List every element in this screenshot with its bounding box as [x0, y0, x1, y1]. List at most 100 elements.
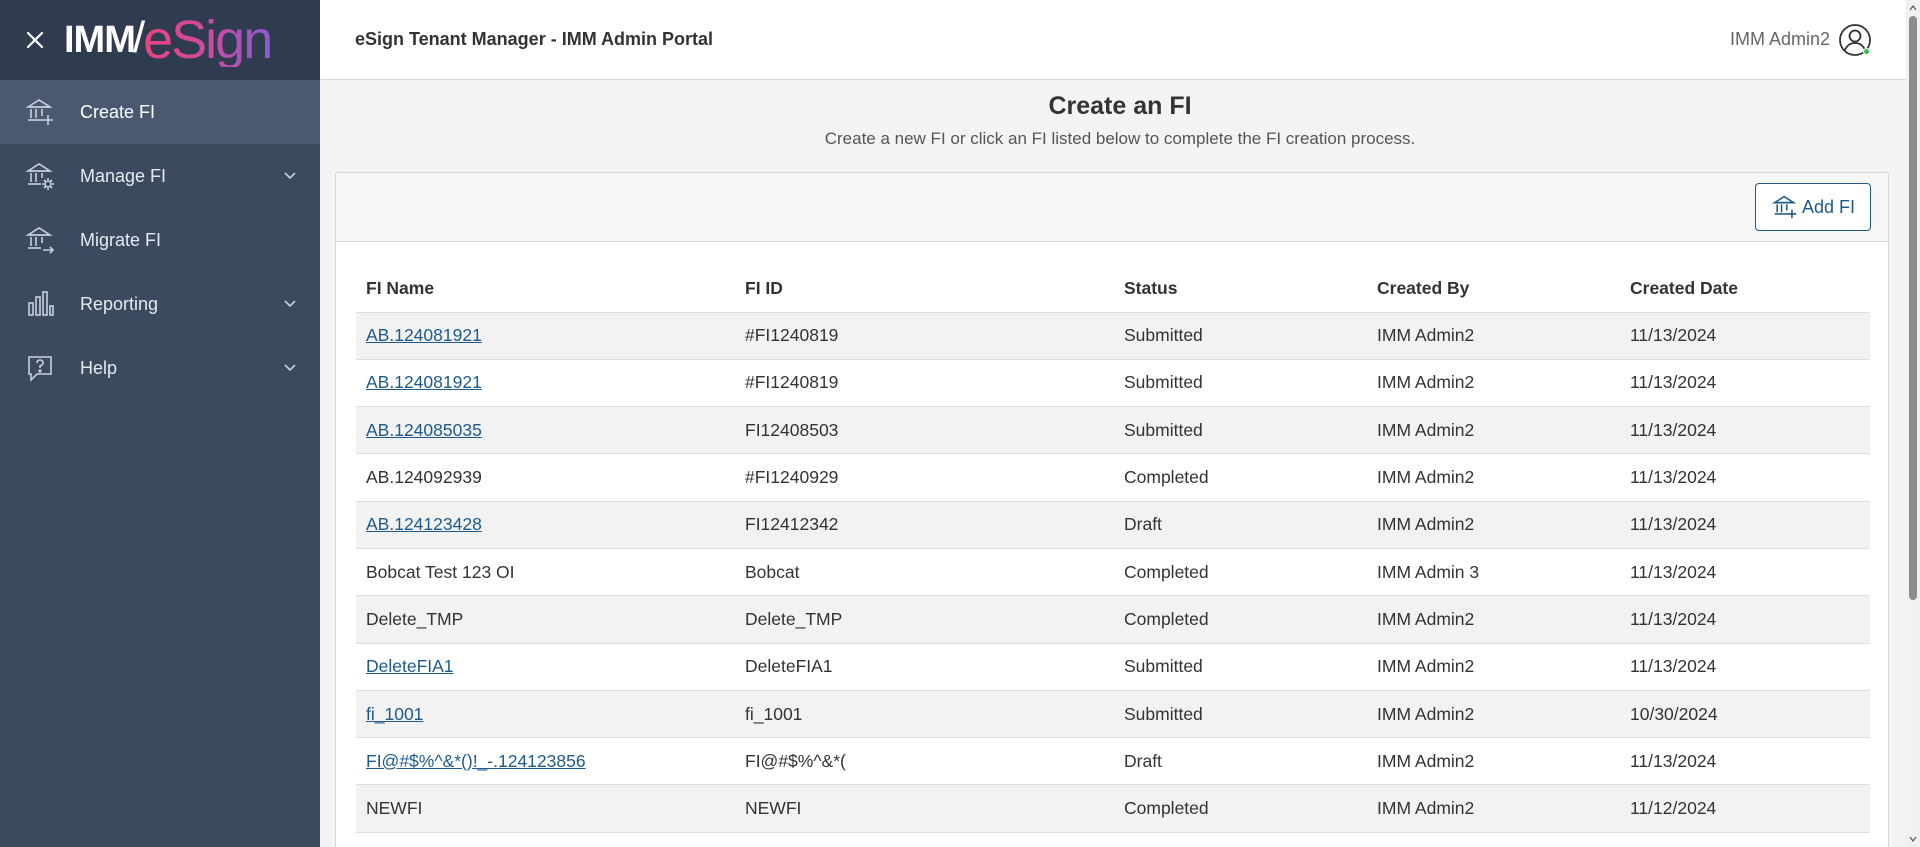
add-fi-button[interactable]: Add FI — [1754, 183, 1871, 231]
sidebar-item-manage-fi[interactable]: Manage FI — [0, 144, 320, 208]
page-subtitle: Create a new FI or click an FI listed be… — [824, 129, 1416, 148]
cell-created-by: IMM Admin2 — [1367, 406, 1620, 455]
sidebar-item-create-fi[interactable]: Create FI — [0, 80, 320, 144]
sidebar-item-help[interactable]: Help — [0, 336, 320, 400]
cell-fi-id: #FI1240819 — [735, 359, 1114, 408]
table-row[interactable]: fi_1001 fi_1001 Submitted IMM Admin2 10/30/2… — [356, 690, 1870, 739]
page-header: Create an FI Create a new FI or click an… — [320, 80, 1920, 172]
chevron-down-icon[interactable] — [282, 296, 298, 312]
user-menu[interactable]: IMM Admin2 — [1730, 23, 1872, 57]
cell-fi-name: AB.124123428 — [356, 501, 735, 549]
cell-created-date: 11/11/2024 — [1620, 832, 1870, 847]
column-header-fi-name[interactable]: FI Name — [356, 266, 735, 313]
sidebar-item-label: Reporting — [80, 293, 159, 314]
table-header-row: FI Name FI ID Status Created By Created … — [356, 266, 1870, 313]
sidebar-item-label: Migrate FI — [80, 229, 162, 250]
table-row[interactable]: DeleteFIA1 DeleteFIA1 Submitted IMM Admin2 1… — [356, 643, 1870, 691]
fi-name-link[interactable]: AB.124085035 — [366, 420, 482, 440]
logo-esign-text: eSign — [143, 10, 273, 70]
cell-created-date: 11/13/2024 — [1620, 359, 1870, 408]
table-row: AB.124092939 #FI1240929 Completed IMM Admin… — [356, 453, 1870, 502]
online-status-dot — [1863, 47, 1870, 55]
cell-created-by: IMM Admin2 — [1367, 737, 1620, 786]
bank-add-icon — [1771, 195, 1797, 219]
cell-fi-name: DeleteFIA1 — [356, 643, 735, 691]
user-name[interactable]: IMM Admin2 — [1730, 29, 1830, 50]
fi-name-link[interactable]: AB.124081921 — [366, 325, 482, 345]
column-header-fi-id[interactable]: FI ID — [735, 266, 1114, 313]
cell-fi-name: NEWFI — [356, 784, 735, 833]
chevron-down-icon[interactable] — [282, 168, 298, 184]
cell-created-by: IMM Admin2 — [1367, 690, 1620, 739]
cell-status: Completed — [1114, 548, 1367, 597]
user-avatar-icon[interactable] — [1838, 23, 1872, 57]
cell-fi-name: AB.124081921 — [356, 359, 735, 408]
topbar: eSign Tenant Manager - IMM Admin Portal … — [320, 0, 1920, 80]
cell-created-date: 11/13/2024 — [1620, 501, 1870, 549]
cell-created-by: IMM Admin2 — [1367, 359, 1620, 408]
sidebar-item-reporting[interactable]: Reporting — [0, 272, 320, 336]
add-fi-label: Add FI — [1801, 196, 1855, 217]
table-row[interactable]: AB.124085035 FI12408503 Submitted IMM Admin… — [356, 406, 1870, 455]
cell-created-date: 11/13/2024 — [1620, 453, 1870, 502]
fi-name-link[interactable]: AB.124081921 — [366, 372, 482, 392]
cell-status: Completed — [1114, 832, 1367, 847]
cell-fi-name: AB.124092939 — [356, 453, 735, 502]
column-header-status[interactable]: Status — [1114, 266, 1367, 313]
card-toolbar: Add FI — [336, 173, 1888, 242]
cell-created-date: 11/13/2024 — [1620, 406, 1870, 455]
cell-created-by: IMM Admin 3 — [1367, 548, 1620, 597]
cell-fi-id: FI12412342 — [735, 501, 1114, 549]
cell-created-by: IMM Admin2 — [1367, 784, 1620, 833]
question-bubble-icon — [24, 352, 56, 384]
fi-name-link[interactable]: fi_1001 — [366, 704, 423, 724]
table-row[interactable]: AB.124081921 #FI1240819 Submitted IMM Admin… — [356, 312, 1870, 360]
fi-name-link[interactable]: DeleteFIA1 — [366, 656, 454, 676]
sidebar-item-label: Help — [80, 357, 118, 378]
bank-arrow-icon — [24, 224, 56, 256]
table-row: Delete_TMP Delete_TMP Completed IMM Admin2 1… — [356, 595, 1870, 644]
cell-status: Submitted — [1114, 312, 1367, 360]
cell-created-by: IMM Admin2 — [1367, 312, 1620, 360]
table-row[interactable]: FI@#$%^&*()!_-.124123856 FI@#$%^&*(Draft I… — [356, 737, 1870, 786]
fi-name-link[interactable]: AB.124123428 — [366, 514, 482, 534]
scroll-up-arrow-icon[interactable] — [1909, 4, 1917, 12]
cell-fi-name: AB.124081921 — [356, 312, 735, 360]
cell-created-by: IMM Admin2 — [1367, 453, 1620, 502]
column-header-created-by[interactable]: Created By — [1367, 266, 1620, 313]
imm-esign-logo: IMM / eSign — [64, 10, 273, 70]
cell-created-by: IMM Admin2 — [1367, 832, 1620, 847]
table-row[interactable]: AB.124123428 FI12412342 Draft IMM Admin2 11/… — [356, 501, 1870, 549]
sidebar: IMM / eSign Create FI Manage FI Migrate … — [0, 0, 320, 847]
table-row: Bobcat Test 123 OI Bobcat Completed IMM Adm… — [356, 548, 1870, 597]
table-row[interactable]: AB.124081921 #FI1240819 Submitted IMM Admin… — [356, 359, 1870, 408]
cell-created-date: 11/12/2024 — [1620, 784, 1870, 833]
scrollbar-thumb[interactable] — [1909, 16, 1917, 600]
cell-created-by: IMM Admin2 — [1367, 595, 1620, 644]
logo-slash: / — [132, 13, 146, 62]
cell-created-date: 11/13/2024 — [1620, 548, 1870, 597]
sidebar-item-label: Create FI — [80, 101, 156, 122]
logo-imm-text: IMM — [64, 18, 136, 61]
cell-fi-name: AB.124085035 — [356, 406, 735, 455]
cell-status: Completed — [1114, 595, 1367, 644]
scroll-down-arrow-icon[interactable] — [1909, 835, 1917, 843]
cell-fi-id: Bobcat — [735, 548, 1114, 597]
cell-fi-id: Delete_TMP — [735, 595, 1114, 644]
sidebar-item-migrate-fi[interactable]: Migrate FI — [0, 208, 320, 272]
cell-fi-id: #FI1240819 — [735, 312, 1114, 360]
fi-name-link[interactable]: FI@#$%^&*()!_-.124123856 — [366, 751, 586, 771]
cell-fi-id: FI12408503 — [735, 406, 1114, 455]
close-icon[interactable] — [22, 27, 48, 53]
cell-fi-name: ReDNA — [356, 832, 735, 847]
cell-created-by: IMM Admin2 — [1367, 501, 1620, 549]
cell-created-date: 11/13/2024 — [1620, 312, 1870, 360]
chevron-down-icon[interactable] — [282, 360, 298, 376]
cell-created-date: 10/30/2024 — [1620, 690, 1870, 739]
cell-fi-id: #FI1240929 — [735, 453, 1114, 502]
table-row: NEWFI NEWFI Completed IMM Admin2 11/12/2024 — [356, 784, 1870, 833]
cell-status: Submitted — [1114, 643, 1367, 691]
column-header-created-date[interactable]: Created Date — [1620, 266, 1870, 313]
sidebar-item-label: Manage FI — [80, 165, 167, 186]
page-scrollbar[interactable] — [1906, 0, 1920, 847]
